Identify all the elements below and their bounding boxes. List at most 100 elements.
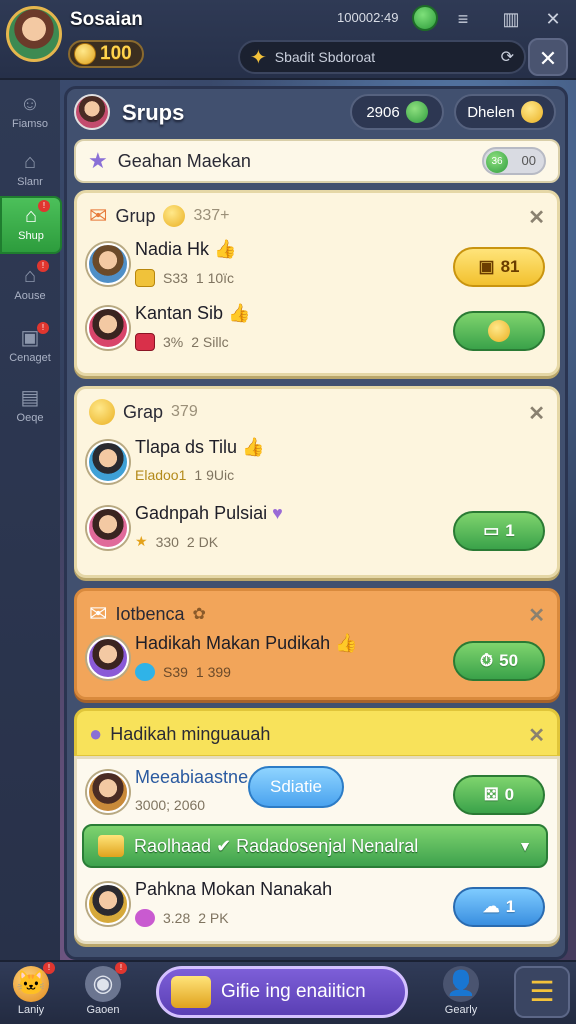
search-input[interactable]: Sbadit Sbdoroat (275, 49, 493, 65)
friend-pill[interactable]: Dhelen (454, 94, 556, 130)
people-icon: ☺ (19, 93, 41, 115)
home-icon: ⌂ (23, 151, 37, 173)
list-item[interactable]: Gadnpah Pulsiai ♥ ★ 330 2 DK ▭ 1 (85, 501, 551, 565)
avatar (87, 771, 129, 813)
emoji-icon (89, 399, 115, 425)
sidebar-item-3[interactable]: ⌂! Aouse (0, 258, 60, 316)
coin-amount: 100 (100, 43, 132, 64)
close-icon[interactable]: ✕ (528, 401, 545, 426)
chat-button[interactable]: ☁ 1 (453, 887, 545, 927)
red-box-icon (135, 333, 155, 351)
bookmark-icon[interactable]: ▥ (500, 8, 522, 30)
envelope-icon: ✉ (89, 203, 108, 228)
envelope-icon: ✉ (89, 601, 108, 626)
sidebar-label: Cenaget (9, 352, 51, 364)
close-button[interactable]: ✕ (528, 38, 568, 76)
group-card-0: ✉ Grup 337+ ✕ Nadia Hk 👍 S33 1 10ïc ▣ 81 K… (74, 190, 560, 376)
person-icon: 👤 (443, 966, 479, 1002)
sidebar: ☺ Fiamso ⌂ Slanr ⌂! Shup ⌂! Aouse ▣! Cen… (0, 80, 62, 960)
member-stats: S33 1 10ïc (135, 269, 234, 287)
badge-icon (135, 663, 155, 681)
group-card-1: Grap 379 ✕ Tlapa ds Tilu 👍 Eladoo1 1 9Uic… (74, 386, 560, 578)
sidebar-item-1[interactable]: ⌂ Slanr (0, 144, 60, 202)
close-icon[interactable]: ✕ (528, 723, 545, 748)
box-icon: ▣ (478, 257, 495, 276)
smile-icon (163, 205, 186, 227)
green-ribbon-banner[interactable]: Raolhaad ✔ Radadosenjal Nenalral ▼ (82, 824, 548, 868)
search-box[interactable]: ✦ Sbadit Sbdoroat ⟳ (238, 40, 526, 74)
close-icon[interactable]: ✕ (528, 205, 545, 230)
cat-icon: 🐱! (13, 962, 55, 1002)
star-icon: ★ (135, 533, 148, 549)
thumbs-up-icon: 👍 (228, 303, 251, 323)
sidebar-label: Fiamso (11, 118, 49, 130)
timer-button[interactable]: ⏱ 50 (453, 641, 545, 681)
filter-bar[interactable]: ★ Geahan Maekan 36 00 (74, 139, 560, 183)
smile-icon (488, 320, 510, 342)
close-icon[interactable]: ✕ (528, 603, 545, 628)
house-icon: ⌂! (17, 260, 49, 288)
sidebar-label: Slanr (17, 176, 43, 188)
avatar (87, 507, 129, 549)
filter-toggle[interactable]: 36 00 (482, 147, 546, 175)
main-action-label: Gifie ing enaiiticn (221, 981, 366, 1002)
list-item[interactable]: Kantan Sib 👍 3% 2 Sillc (85, 301, 551, 365)
nav-item-search[interactable]: 👤 Gearly (430, 966, 492, 1016)
tooltip-bubble[interactable]: Sdiatie (248, 766, 344, 808)
notification-badge: ! (115, 962, 127, 974)
heart-icon: ♥ (272, 503, 283, 523)
sidebar-item-2[interactable]: ⌂! Shup (0, 196, 62, 254)
main-action-button[interactable]: Gifie ing enaiiticn (156, 966, 408, 1018)
member-stats: 3% 2 Sillc (135, 333, 229, 351)
avatar (87, 243, 129, 285)
coin-counter[interactable]: 100 (68, 40, 144, 68)
list-item[interactable]: Tlapa ds Tilu 👍 Eladoo1 1 9Uic (85, 435, 551, 499)
group-header: ✉ Grup 337+ (89, 203, 230, 229)
player-avatar[interactable] (6, 6, 62, 62)
group-count: 337+ (193, 207, 230, 224)
member-name: Gadnpah Pulsiai ♥ (135, 503, 283, 523)
nav-item-gacha[interactable]: ◉! Gaoen (72, 962, 134, 1016)
list-item[interactable]: Pahkna Mokan Nanakah 3.28 2 PK ☁ 1 (85, 877, 551, 941)
list-icon[interactable]: ≡ (452, 8, 474, 30)
gift-icon: ▣! (17, 322, 49, 350)
clock-readout: 100002:49 (337, 10, 399, 25)
notification-badge: ! (43, 962, 55, 974)
score-pill[interactable]: 2906 (350, 94, 444, 130)
member-stats: ★ 330 2 DK (135, 533, 219, 550)
refresh-icon[interactable]: ⟳ (501, 47, 514, 67)
chevron-down-icon: ▼ (518, 838, 532, 854)
group-count: 379 (171, 403, 198, 420)
nav-item-daily[interactable]: 🐱! Laniy (0, 962, 62, 1016)
dice-icon: ⚄ (483, 785, 499, 804)
group-title: Hadikah minguauah (110, 723, 271, 744)
sidebar-label: Aouse (14, 290, 46, 302)
list-item[interactable]: Nadia Hk 👍 S33 1 10ïc ▣ 81 (85, 237, 551, 301)
close-top-icon[interactable]: ✕ (542, 8, 564, 30)
sidebar-item-5[interactable]: ▤ Oeqe (0, 380, 60, 438)
friend-label: Dhelen (467, 103, 515, 121)
sparkle-icon: ✦ (250, 46, 267, 69)
sidebar-item-4[interactable]: ▣! Cenaget (0, 320, 60, 378)
member-name: Pahkna Mokan Nanakah (135, 879, 333, 899)
member-stats: S39 1 399 (135, 663, 231, 681)
member-stats: 3.28 2 PK (135, 909, 229, 927)
filter-label: Geahan Maekan (117, 150, 251, 171)
gift-button[interactable]: ▣ 81 (453, 247, 545, 287)
smile-button[interactable] (453, 311, 545, 351)
top-bar: Sosaian 100 100002:49 ≡ ▥ ✕ ✦ Sbadit Sbd… (0, 0, 576, 80)
chat-icon: ☁ (482, 897, 500, 916)
toggle-knob: 36 (486, 151, 508, 173)
reward-button[interactable]: ⚄ 0 (453, 775, 545, 815)
list-item[interactable]: Hadikah Makan Pudikah 👍 S39 1 399 ⏱ 50 (85, 631, 551, 695)
share-button[interactable]: ▭ 1 (453, 511, 545, 551)
thumbs-up-icon: 👍 (242, 437, 265, 457)
sidebar-item-0[interactable]: ☺ Fiamso (0, 86, 60, 144)
member-stats: Eladoo1 1 9Uic (135, 467, 235, 483)
notification-badge: ! (37, 260, 49, 272)
group-title: Grap (123, 401, 164, 422)
menu-button[interactable]: ☰ (514, 966, 570, 1018)
star-icon: ★ (88, 148, 108, 173)
gold-bars-icon (171, 976, 211, 1008)
avatar (87, 637, 129, 679)
